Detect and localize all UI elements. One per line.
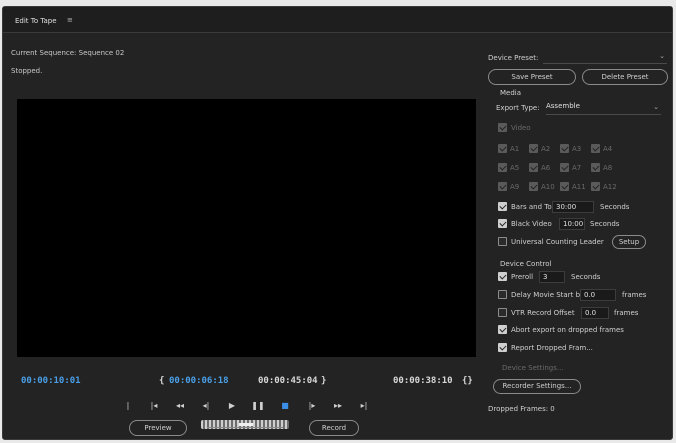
video-preview [17, 99, 476, 357]
title-bar: Edit To Tape ≡ [3, 7, 672, 33]
audio-a11-checkbox [560, 182, 569, 191]
export-type-value: Assemble [546, 102, 580, 110]
audio-a12-label: A12 [603, 183, 617, 191]
audio-a10-label: A10 [541, 183, 555, 191]
audio-a10-checkbox [529, 182, 538, 191]
audio-a3-checkbox [560, 144, 569, 153]
duration-timecode: 00:00:38:10 [393, 376, 453, 386]
stop-icon[interactable]: ■ [278, 400, 292, 412]
vtr-offset-unit: frames [614, 309, 639, 317]
marker-icon[interactable]: | [121, 400, 135, 412]
audio-a12-checkbox [591, 182, 600, 191]
shuttle-track [207, 427, 283, 428]
audio-a2-checkbox [529, 144, 538, 153]
status-text: Stopped. [11, 67, 43, 75]
black-video-checkbox[interactable] [498, 219, 507, 228]
universal-leader-label: Universal Counting Leader [511, 238, 604, 246]
fast-forward-icon[interactable]: ▸▸ [331, 400, 345, 412]
edit-to-tape-window: Edit To Tape ≡ Current Sequence: Sequenc… [2, 6, 673, 440]
audio-a5-checkbox [498, 163, 507, 172]
audio-a9-label: A9 [510, 183, 520, 191]
preroll-input[interactable]: 3 [539, 271, 565, 283]
report-dropped-label: Report Dropped Fram... [511, 344, 593, 352]
audio-a1-checkbox [498, 144, 507, 153]
abort-export-label: Abort export on dropped frames [511, 326, 624, 334]
dropped-frames-label: Dropped Frames: 0 [488, 405, 555, 413]
black-video-label: Black Video [511, 220, 552, 228]
audio-a7-checkbox [560, 163, 569, 172]
recorder-settings-button[interactable]: Recorder Settings... [493, 379, 581, 394]
audio-a6-checkbox [529, 163, 538, 172]
preview-button[interactable]: Preview [129, 420, 187, 436]
video-label: Video [511, 124, 531, 132]
duration-icon: {} [462, 376, 473, 386]
vtr-offset-checkbox[interactable] [498, 308, 507, 317]
current-timecode[interactable]: 00:00:10:01 [21, 376, 81, 386]
delay-movie-label: Delay Movie Start by [511, 291, 585, 299]
in-bracket: { [159, 376, 165, 386]
preroll-label: Preroll [511, 273, 534, 281]
pause-icon[interactable]: ❚❚ [251, 400, 265, 412]
save-preset-button[interactable]: Save Preset [488, 69, 576, 85]
vtr-offset-input[interactable]: 0.0 [581, 307, 609, 319]
audio-a3-label: A3 [572, 145, 582, 153]
black-video-unit: Seconds [590, 220, 620, 228]
audio-a7-label: A7 [572, 164, 582, 172]
audio-a1-label: A1 [510, 145, 520, 153]
out-timecode[interactable]: 00:00:45:04 [258, 376, 318, 386]
export-type-select[interactable]: Assemble ⌄ [546, 102, 661, 115]
video-checkbox [498, 123, 507, 132]
report-dropped-checkbox[interactable] [498, 343, 507, 352]
shuttle-knob[interactable] [239, 423, 253, 426]
vtr-offset-label: VTR Record Offset [511, 309, 575, 317]
chevron-down-icon: ⌄ [653, 103, 659, 111]
bars-and-tone-checkbox[interactable] [498, 202, 507, 211]
device-preset-label: Device Preset: [488, 54, 539, 62]
device-settings-button: Device Settings... [502, 364, 564, 372]
go-to-out-icon[interactable]: ▸| [357, 400, 371, 412]
step-back-icon[interactable]: ◂| [199, 400, 213, 412]
device-control-section-title: Device Control [500, 260, 552, 268]
audio-a4-label: A4 [603, 145, 613, 153]
go-to-in-icon[interactable]: |◂ [147, 400, 161, 412]
audio-a8-checkbox [591, 163, 600, 172]
audio-a4-checkbox [591, 144, 600, 153]
export-type-label: Export Type: [496, 104, 540, 112]
audio-a2-label: A2 [541, 145, 551, 153]
menu-icon[interactable]: ≡ [67, 16, 73, 24]
audio-a5-label: A5 [510, 164, 520, 172]
in-timecode[interactable]: 00:00:06:18 [169, 376, 229, 386]
audio-a11-label: A11 [572, 183, 586, 191]
current-sequence-label: Current Sequence: Sequence 02 [11, 49, 125, 57]
record-button[interactable]: Record [309, 420, 359, 436]
window-title: Edit To Tape [15, 17, 57, 25]
delay-movie-input[interactable]: 0.0 [580, 289, 616, 301]
bars-and-tone-unit: Seconds [600, 203, 630, 211]
audio-a8-label: A8 [603, 164, 613, 172]
black-video-input[interactable]: 10:00 [559, 218, 585, 230]
play-icon[interactable]: ▶ [225, 400, 239, 412]
setup-button[interactable]: Setup [612, 235, 646, 249]
abort-export-checkbox[interactable] [498, 325, 507, 334]
audio-a6-label: A6 [541, 164, 551, 172]
media-section-title: Media [500, 89, 522, 97]
preroll-checkbox[interactable] [498, 272, 507, 281]
bars-and-tone-input[interactable]: 30:00 [552, 201, 594, 213]
delay-movie-unit: frames [622, 291, 647, 299]
preroll-unit: Seconds [571, 273, 601, 281]
universal-leader-checkbox[interactable] [498, 237, 507, 246]
step-forward-icon[interactable]: |▸ [305, 400, 319, 412]
rewind-icon[interactable]: ◂◂ [173, 400, 187, 412]
audio-a9-checkbox [498, 182, 507, 191]
out-bracket: } [321, 376, 327, 386]
device-preset-select[interactable]: ⌄ [543, 51, 667, 64]
chevron-down-icon: ⌄ [659, 52, 665, 60]
delete-preset-button[interactable]: Delete Preset [582, 69, 668, 85]
delay-movie-checkbox[interactable] [498, 290, 507, 299]
